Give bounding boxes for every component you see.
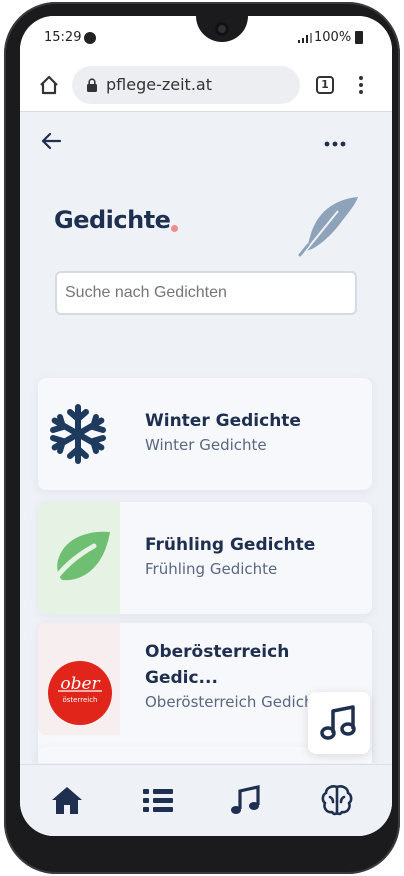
title-accent-dot bbox=[171, 225, 178, 232]
notification-icon bbox=[84, 32, 96, 44]
oberoesterreich-logo: ober österreich bbox=[48, 661, 112, 725]
status-time: 15:29 bbox=[44, 30, 82, 45]
feather-icon bbox=[298, 197, 358, 257]
browser-home-icon[interactable] bbox=[38, 74, 60, 96]
list-item-winter[interactable]: Winter Gedichte Winter Gedichte bbox=[38, 378, 372, 490]
list-icon[interactable] bbox=[141, 783, 175, 817]
back-arrow-icon[interactable] bbox=[40, 131, 62, 151]
phone-screen: 15:29 100% pflege-zeit.at 1 Gedichte Suc… bbox=[20, 16, 392, 836]
phone-frame: 15:29 100% pflege-zeit.at 1 Gedichte Suc… bbox=[4, 2, 400, 874]
list-item-image bbox=[38, 502, 120, 614]
browser-menu-icon[interactable] bbox=[358, 74, 364, 96]
music-note-icon bbox=[320, 705, 356, 740]
list-item-subtitle: Oberösterreich Gedichte bbox=[145, 693, 329, 711]
signal-icon bbox=[298, 33, 312, 43]
list-item-subtitle: Frühling Gedichte bbox=[145, 560, 278, 578]
url-text[interactable]: pflege-zeit.at bbox=[106, 75, 212, 94]
tab-switcher-button[interactable]: 1 bbox=[316, 76, 334, 94]
home-icon[interactable] bbox=[50, 783, 84, 817]
front-camera bbox=[215, 22, 229, 36]
battery-icon bbox=[355, 31, 363, 44]
list-item-title: Winter Gedichte bbox=[145, 411, 301, 431]
list-item-fruehling[interactable]: Frühling Gedichte Frühling Gedichte bbox=[38, 502, 372, 614]
bottom-navigation bbox=[20, 764, 392, 836]
page-content: Gedichte Suche nach Gedichten Winter Ged… bbox=[20, 113, 392, 763]
logo-text: ober bbox=[60, 674, 100, 694]
list-item-subtitle: Winter Gedichte bbox=[145, 436, 267, 454]
more-options-icon[interactable] bbox=[324, 141, 346, 147]
list-item-image: ober österreich bbox=[38, 623, 120, 735]
music-icon[interactable] bbox=[228, 783, 262, 817]
list-item-title: Oberösterreich Gedic... bbox=[145, 642, 290, 688]
brain-icon[interactable] bbox=[320, 783, 354, 817]
search-input[interactable] bbox=[55, 271, 357, 315]
page-title: Gedichte bbox=[54, 206, 171, 234]
lock-icon bbox=[87, 78, 97, 92]
leaf-icon bbox=[48, 531, 110, 588]
browser-toolbar: pflege-zeit.at 1 bbox=[20, 60, 392, 112]
list-item-title: Frühling Gedichte bbox=[145, 535, 316, 555]
logo-subtext: österreich bbox=[63, 696, 98, 704]
snowflake-icon bbox=[50, 404, 106, 464]
list-item-image bbox=[38, 378, 120, 490]
battery-level: 100% bbox=[314, 30, 352, 45]
music-player-button[interactable] bbox=[308, 692, 370, 754]
